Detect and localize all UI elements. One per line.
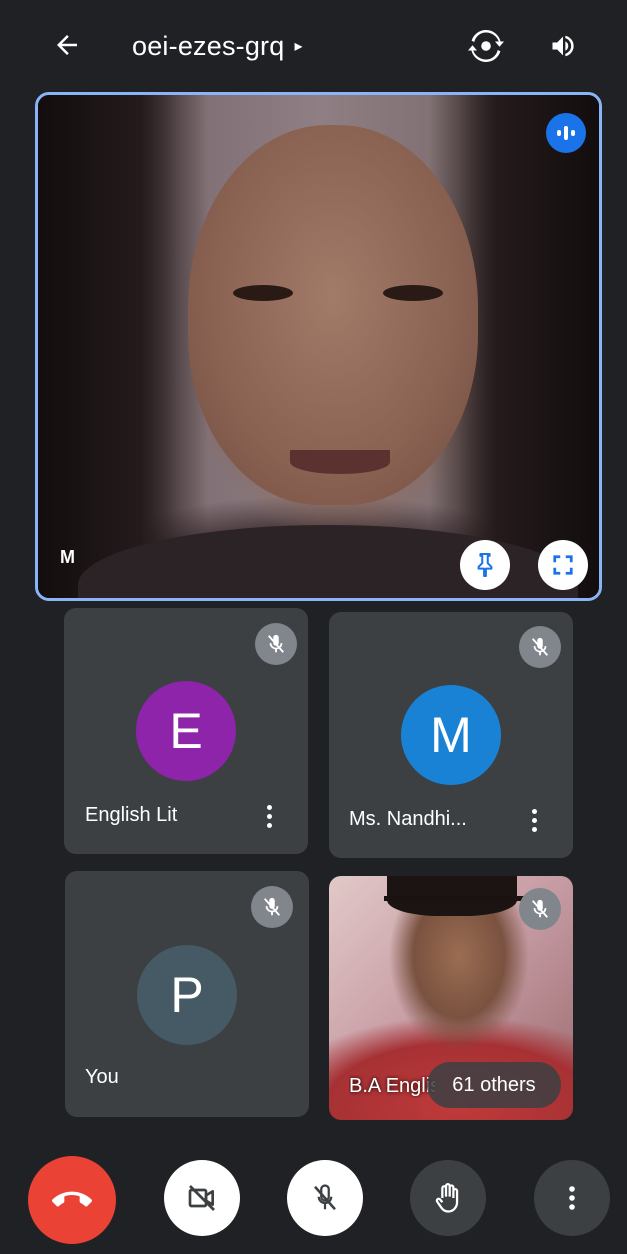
call-controls bbox=[0, 1140, 627, 1250]
more-options-button[interactable] bbox=[534, 1160, 610, 1236]
avatar: P bbox=[137, 945, 237, 1045]
mic-off-icon bbox=[314, 1184, 336, 1211]
participant-tile[interactable]: E English Lit bbox=[64, 608, 308, 854]
video-detail bbox=[384, 896, 534, 919]
muted-mic-icon bbox=[251, 886, 293, 928]
speaker-icon[interactable] bbox=[545, 28, 581, 64]
video-detail bbox=[233, 285, 293, 301]
fullscreen-icon[interactable] bbox=[538, 540, 588, 590]
mic-toggle-button[interactable] bbox=[287, 1160, 363, 1236]
more-options-icon[interactable] bbox=[523, 800, 545, 840]
avatar: E bbox=[136, 681, 236, 781]
video-detail bbox=[383, 285, 443, 301]
end-call-button[interactable] bbox=[28, 1156, 116, 1244]
more-options-icon[interactable] bbox=[258, 796, 280, 836]
raise-hand-button[interactable] bbox=[410, 1160, 486, 1236]
active-speaker-tile[interactable]: M bbox=[35, 92, 602, 601]
muted-mic-icon bbox=[255, 623, 297, 665]
muted-mic-icon bbox=[519, 888, 561, 930]
camera-off-icon bbox=[188, 1185, 215, 1211]
back-arrow-icon[interactable] bbox=[50, 28, 84, 62]
participant-video bbox=[188, 125, 478, 505]
others-count-chip[interactable]: 61 others bbox=[427, 1062, 561, 1108]
participant-name: You bbox=[85, 1066, 119, 1088]
avatar: M bbox=[401, 685, 501, 785]
more-vert-icon bbox=[569, 1186, 575, 1210]
switch-camera-icon[interactable] bbox=[466, 26, 506, 66]
muted-mic-icon bbox=[519, 626, 561, 668]
video-detail bbox=[290, 450, 390, 474]
participant-tile[interactable]: M Ms. Nandhi... bbox=[329, 612, 573, 858]
participant-name: Ms. Nandhi... bbox=[349, 808, 467, 830]
caret-right-icon: ▸ bbox=[294, 38, 303, 55]
meeting-code-button[interactable]: oei-ezes-grq ▸ bbox=[132, 26, 303, 66]
speaking-indicator-icon bbox=[546, 113, 586, 153]
meeting-code: oei-ezes-grq bbox=[132, 30, 285, 61]
top-bar: oei-ezes-grq ▸ bbox=[0, 0, 627, 90]
hand-icon bbox=[435, 1183, 459, 1213]
participant-name: B.A English bbox=[349, 1075, 435, 1097]
participant-name: English Lit bbox=[85, 804, 178, 826]
participant-video-tile[interactable]: B.A English 61 others bbox=[329, 876, 573, 1120]
camera-toggle-button[interactable] bbox=[164, 1160, 240, 1236]
participant-tile[interactable]: P You bbox=[65, 871, 309, 1117]
hang-up-icon bbox=[52, 1191, 92, 1207]
video-background bbox=[38, 95, 208, 598]
participant-name: M bbox=[60, 547, 75, 567]
pin-icon[interactable] bbox=[460, 540, 510, 590]
